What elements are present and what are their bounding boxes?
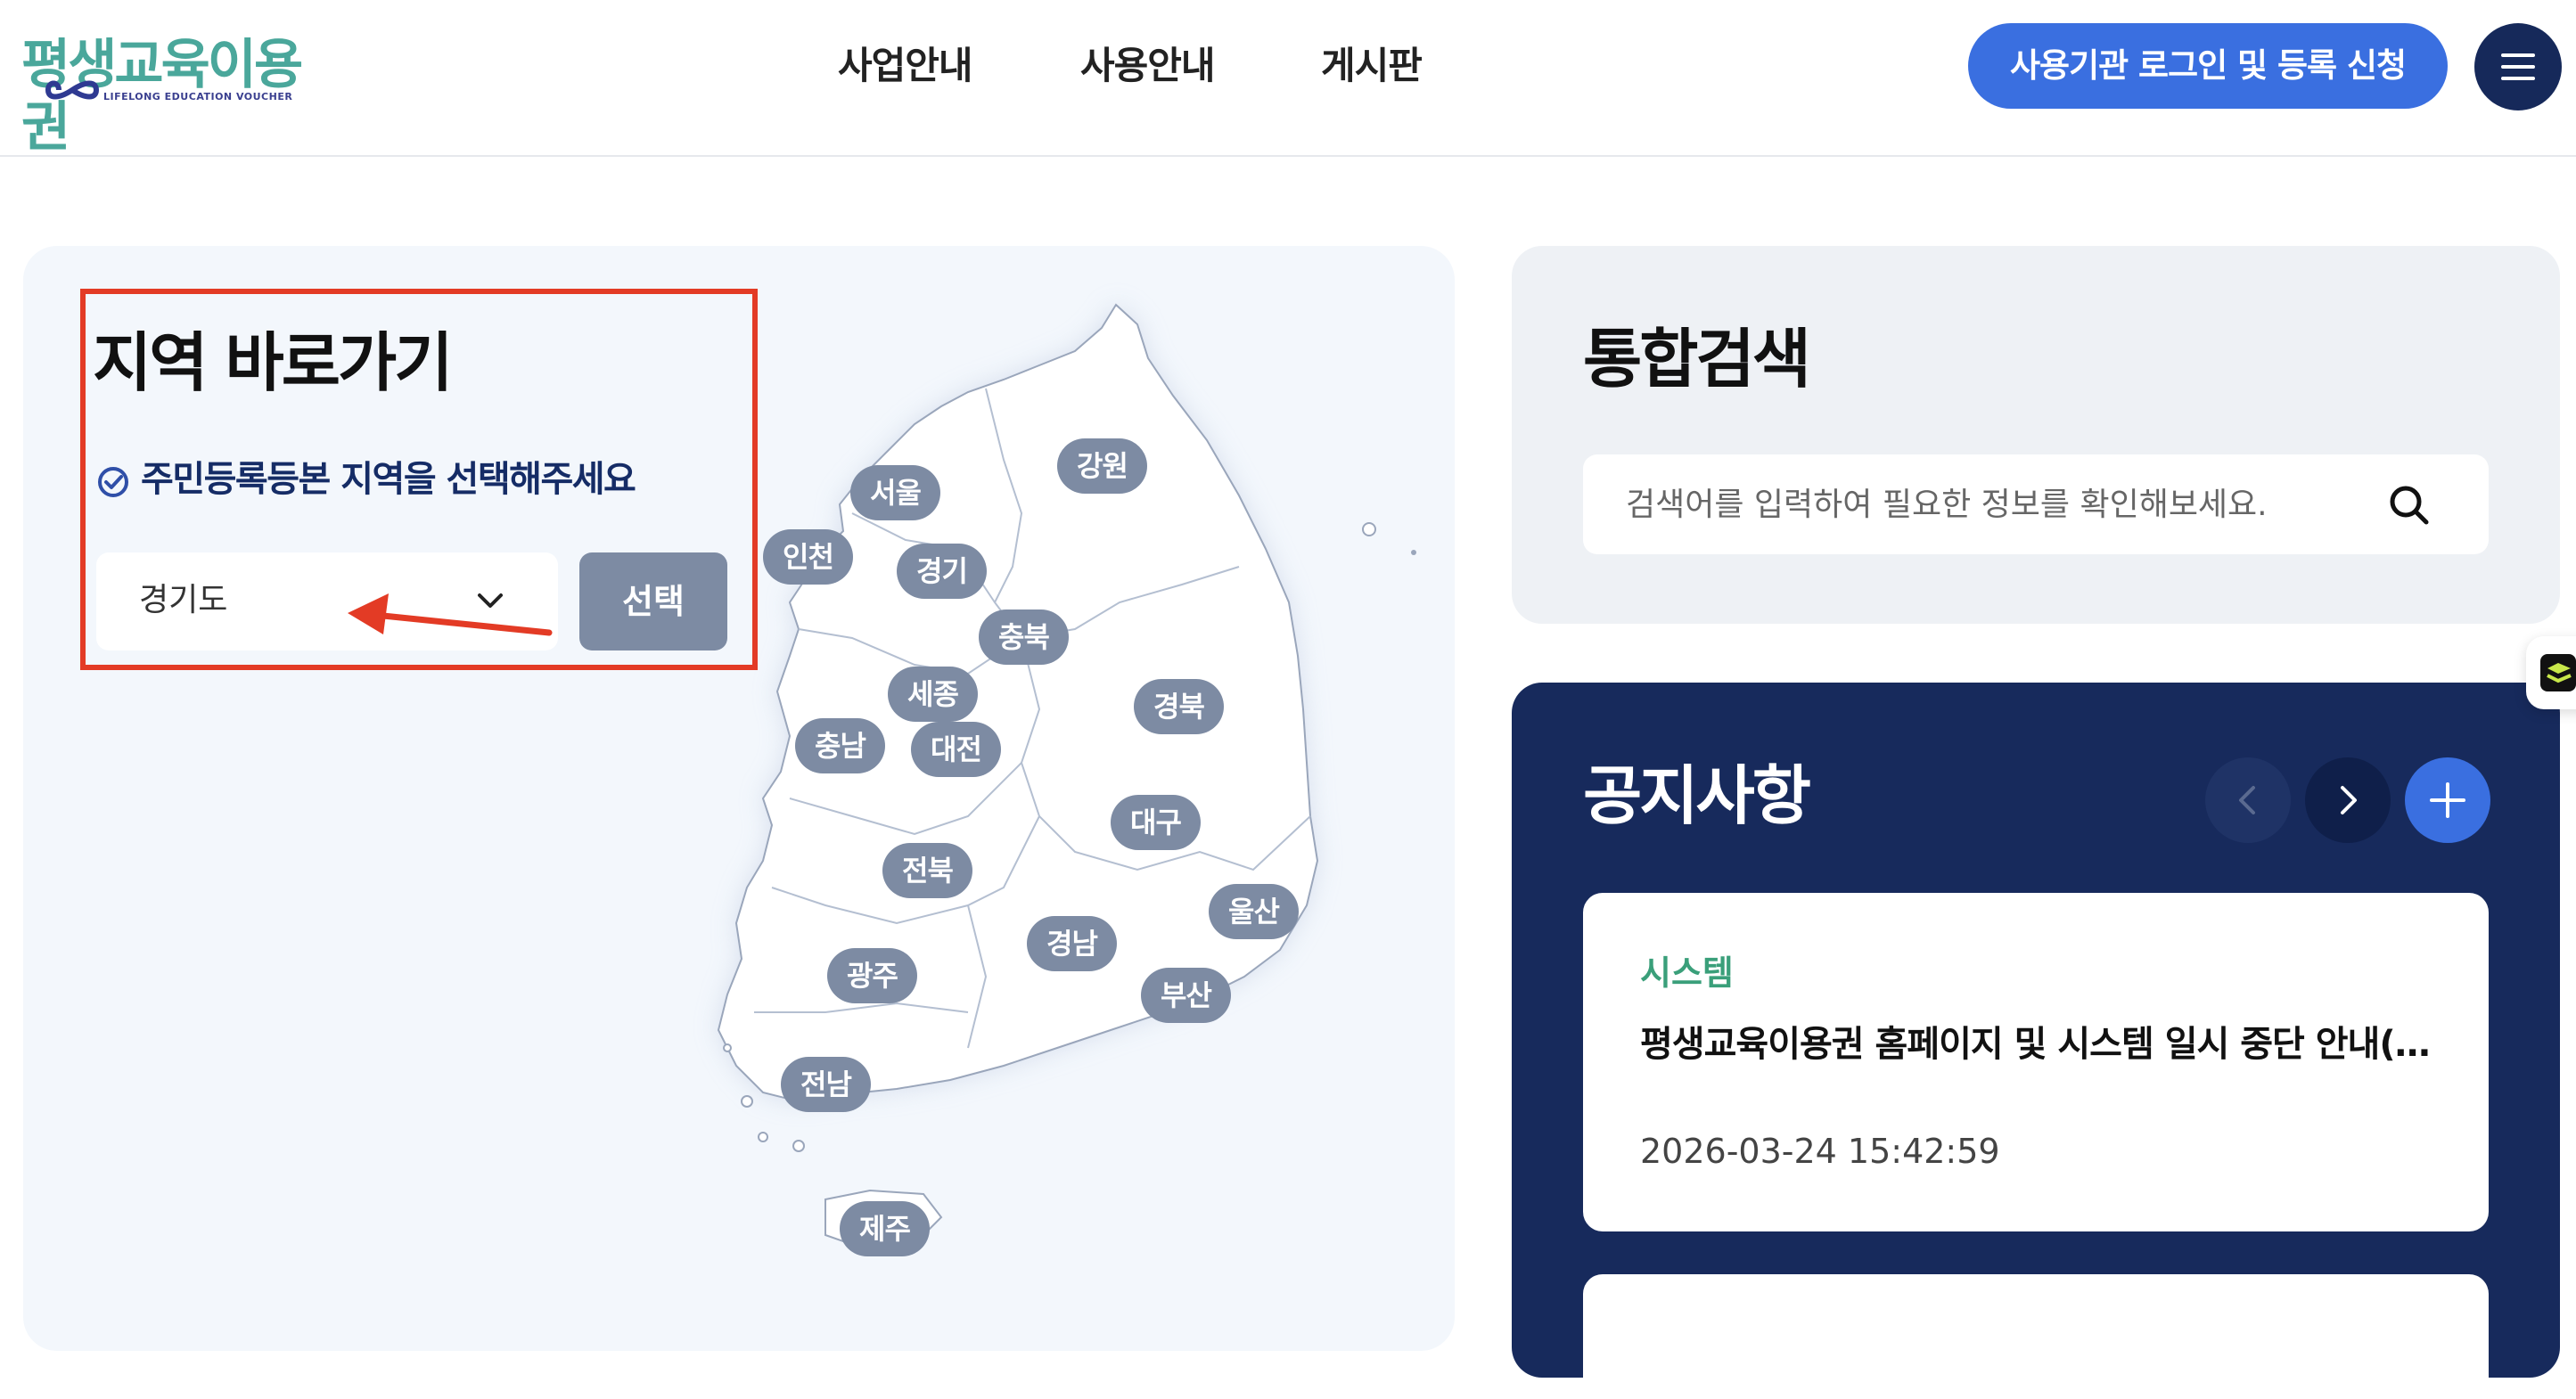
menu-bar-icon: [2501, 53, 2535, 57]
institution-login-button[interactable]: 사용기관 로그인 및 등록 신청: [1968, 23, 2448, 109]
chevron-left-icon: [2239, 786, 2255, 814]
region-select-value: 경기도: [139, 582, 228, 618]
region-gwangju[interactable]: 광주: [827, 948, 917, 1003]
integrated-search-panel: 통합검색: [1512, 246, 2560, 624]
floating-widget-button[interactable]: [2526, 636, 2576, 709]
annotation-arrow-icon: [348, 593, 553, 636]
notice-card[interactable]: [1583, 1274, 2489, 1399]
hamburger-menu-button[interactable]: [2474, 23, 2562, 110]
notice-prev-button[interactable]: [2205, 757, 2291, 843]
region-jeonnam[interactable]: 전남: [781, 1057, 871, 1112]
check-circle-icon: [98, 467, 128, 497]
region-gyeongnam[interactable]: 경남: [1027, 916, 1117, 971]
plus-icon: [2430, 782, 2465, 818]
notice-more-button[interactable]: [2405, 757, 2490, 843]
region-daegu[interactable]: 대구: [1111, 795, 1201, 850]
region-gangwon[interactable]: 강원: [1057, 438, 1147, 494]
region-seoul[interactable]: 서울: [850, 465, 940, 520]
site-header: 평생교육이용권 LIFELONG EDUCATION VOUCHER 사업안내 …: [0, 0, 2576, 159]
region-jeju[interactable]: 제주: [840, 1201, 930, 1256]
logo-subtext: LIFELONG EDUCATION VOUCHER: [103, 91, 293, 102]
region-gyeonggi[interactable]: 경기: [897, 544, 987, 599]
region-busan[interactable]: 부산: [1141, 968, 1231, 1023]
region-gyeongbuk[interactable]: 경북: [1134, 679, 1224, 734]
region-shortcut-subtitle: 주민등록등본 지역을 선택해주세요: [96, 454, 636, 504]
menu-bar-icon: [2501, 65, 2535, 69]
nav-business-info[interactable]: 사업안내: [838, 39, 973, 93]
infinity-logo-icon: [45, 80, 100, 100]
search-icon[interactable]: [2385, 481, 2433, 529]
notice-panel: 공지사항 시스템 평생교육이용권 홈페이지 및 시스템 일시 중단 안내(3/2…: [1512, 683, 2560, 1399]
region-daejeon[interactable]: 대전: [911, 722, 1001, 777]
site-logo[interactable]: 평생교육이용권 LIFELONG EDUCATION VOUCHER: [21, 34, 307, 159]
notice-category: 시스템: [1640, 953, 1734, 993]
region-select-button[interactable]: 선택: [579, 552, 727, 650]
region-shortcut-subtitle-text: 주민등록등본 지역을 선택해주세요: [141, 459, 636, 500]
layers-icon: [2540, 654, 2576, 691]
region-chungnam[interactable]: 충남: [795, 718, 885, 773]
search-title: 통합검색: [1583, 322, 1811, 397]
region-shortcut-title: 지역 바로가기: [93, 325, 454, 400]
notice-card[interactable]: 시스템 평생교육이용권 홈페이지 및 시스템 일시 중단 안내(3/28) 20…: [1583, 893, 2489, 1231]
region-sejong[interactable]: 세종: [888, 667, 978, 722]
chevron-right-icon: [2341, 786, 2357, 814]
region-chungbuk[interactable]: 충북: [979, 610, 1069, 665]
notice-title: 공지사항: [1583, 758, 1811, 833]
notice-date: 2026-03-24 15:42:59: [1640, 1132, 2000, 1171]
menu-bar-icon: [2501, 77, 2535, 80]
region-incheon[interactable]: 인천: [763, 529, 853, 585]
nav-usage-guide[interactable]: 사용안내: [1080, 39, 1216, 93]
region-jeonbuk[interactable]: 전북: [882, 843, 972, 898]
nav-board[interactable]: 게시판: [1321, 39, 1423, 93]
notice-next-button[interactable]: [2305, 757, 2391, 843]
search-input[interactable]: [1583, 454, 2489, 554]
region-ulsan[interactable]: 울산: [1209, 884, 1299, 939]
notice-item-title: 평생교육이용권 홈페이지 및 시스템 일시 중단 안내(3/28): [1640, 1024, 2442, 1065]
